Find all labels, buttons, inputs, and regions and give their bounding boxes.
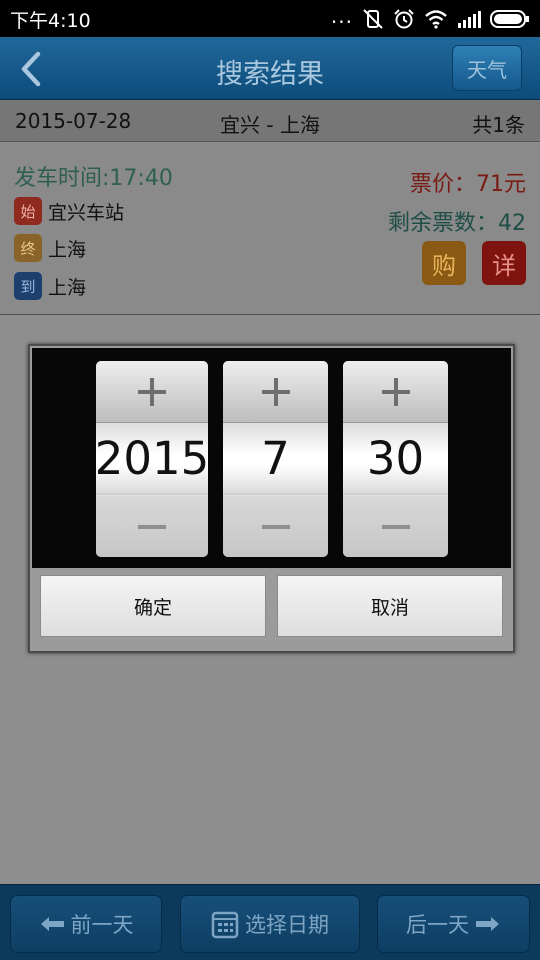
title-bar: 搜索结果 天气 bbox=[0, 37, 540, 100]
signal-icon bbox=[458, 11, 481, 28]
departure-time: 发车时间:17:40 bbox=[14, 166, 173, 191]
day-increment-button[interactable] bbox=[343, 361, 448, 423]
search-route: 宜兴 - 上海 bbox=[220, 113, 320, 137]
month-wheel: 7 bbox=[223, 361, 328, 557]
arrival-station: 上海 bbox=[48, 276, 87, 299]
pick-date-button[interactable]: 选择日期 bbox=[180, 895, 360, 953]
terminal-tag: 终 bbox=[14, 234, 42, 262]
date-picker-dialog: 2015 7 30 确定 取消 bbox=[28, 344, 515, 653]
alarm-icon bbox=[394, 9, 414, 29]
year-wheel: 2015 bbox=[96, 361, 208, 557]
result-count: 共1条 bbox=[472, 113, 525, 137]
confirm-button[interactable]: 确定 bbox=[40, 575, 266, 637]
minus-icon bbox=[138, 524, 166, 529]
year-increment-button[interactable] bbox=[96, 361, 208, 423]
weather-button[interactable]: 天气 bbox=[452, 45, 522, 91]
status-icons: ... bbox=[330, 4, 530, 31]
vibrate-mute-icon bbox=[363, 9, 383, 29]
prev-day-button[interactable]: 前一天 bbox=[10, 895, 162, 953]
next-day-button[interactable]: 后一天 bbox=[377, 895, 530, 953]
stop-arrival: 到 上海 bbox=[14, 272, 86, 300]
prev-day-label: 前一天 bbox=[70, 913, 134, 937]
arrow-left-icon bbox=[40, 917, 64, 931]
stop-terminal: 终 上海 bbox=[14, 234, 86, 262]
status-time: 下午4:10 bbox=[10, 10, 91, 32]
minus-icon bbox=[381, 524, 410, 529]
ticket-card[interactable]: 发车时间:17:40 始 宜兴车站 终 上海 到 上海 票价：71元 剩余票数：… bbox=[0, 143, 540, 315]
stop-start: 始 宜兴车站 bbox=[14, 197, 124, 225]
calendar-icon bbox=[211, 911, 239, 939]
status-bar: 下午4:10 ... bbox=[0, 0, 540, 37]
detail-button[interactable]: 详 bbox=[482, 241, 526, 285]
date-picker-wheels: 2015 7 30 bbox=[32, 348, 511, 568]
next-day-label: 后一天 bbox=[406, 913, 469, 937]
day-decrement-button[interactable] bbox=[343, 495, 448, 557]
year-decrement-button[interactable] bbox=[96, 495, 208, 557]
bottom-nav-bar: 前一天 选择日期 后一天 bbox=[0, 884, 540, 960]
more-notifications-icon: ... bbox=[330, 4, 353, 28]
plus-icon bbox=[138, 377, 166, 406]
arrival-tag: 到 bbox=[14, 272, 42, 300]
results-header: 2015-07-28 宜兴 - 上海 共1条 bbox=[0, 100, 540, 142]
plus-icon bbox=[381, 377, 410, 406]
day-value[interactable]: 30 bbox=[343, 423, 448, 493]
battery-icon bbox=[490, 10, 529, 28]
wifi-icon bbox=[425, 10, 447, 29]
month-decrement-button[interactable] bbox=[223, 495, 328, 557]
minus-icon bbox=[261, 524, 290, 529]
pick-date-label: 选择日期 bbox=[245, 913, 329, 937]
cancel-button[interactable]: 取消 bbox=[277, 575, 503, 637]
buy-button[interactable]: 购 bbox=[422, 241, 466, 285]
year-value[interactable]: 2015 bbox=[96, 423, 208, 493]
start-station: 宜兴车站 bbox=[48, 201, 125, 224]
ticket-price: 票价：71元 bbox=[410, 172, 526, 197]
plus-icon bbox=[261, 377, 290, 406]
start-tag: 始 bbox=[14, 197, 42, 225]
arrow-right-icon bbox=[476, 917, 499, 931]
month-increment-button[interactable] bbox=[223, 361, 328, 423]
month-value[interactable]: 7 bbox=[223, 423, 328, 493]
day-wheel: 30 bbox=[343, 361, 448, 557]
terminal-station: 上海 bbox=[48, 238, 87, 261]
remaining-tickets: 剩余票数：42 bbox=[388, 211, 526, 236]
